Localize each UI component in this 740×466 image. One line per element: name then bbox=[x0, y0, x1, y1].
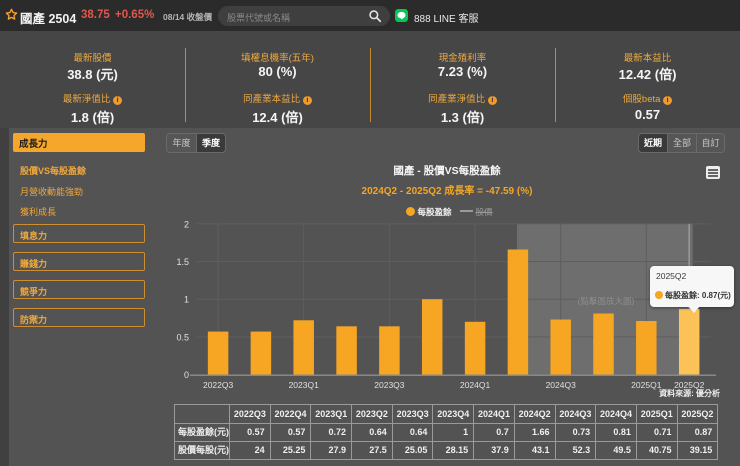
svg-text:1.5: 1.5 bbox=[176, 257, 189, 267]
svg-text:2023Q3: 2023Q3 bbox=[374, 380, 405, 390]
svg-text:2024Q1: 2024Q1 bbox=[460, 380, 491, 390]
svg-text:2023Q1: 2023Q1 bbox=[289, 380, 320, 390]
svg-text:0.5: 0.5 bbox=[176, 332, 189, 342]
svg-text:2022Q3: 2022Q3 bbox=[203, 380, 234, 390]
svg-text:2: 2 bbox=[184, 219, 189, 229]
svg-text:0: 0 bbox=[184, 370, 189, 380]
svg-text:1: 1 bbox=[184, 295, 189, 305]
